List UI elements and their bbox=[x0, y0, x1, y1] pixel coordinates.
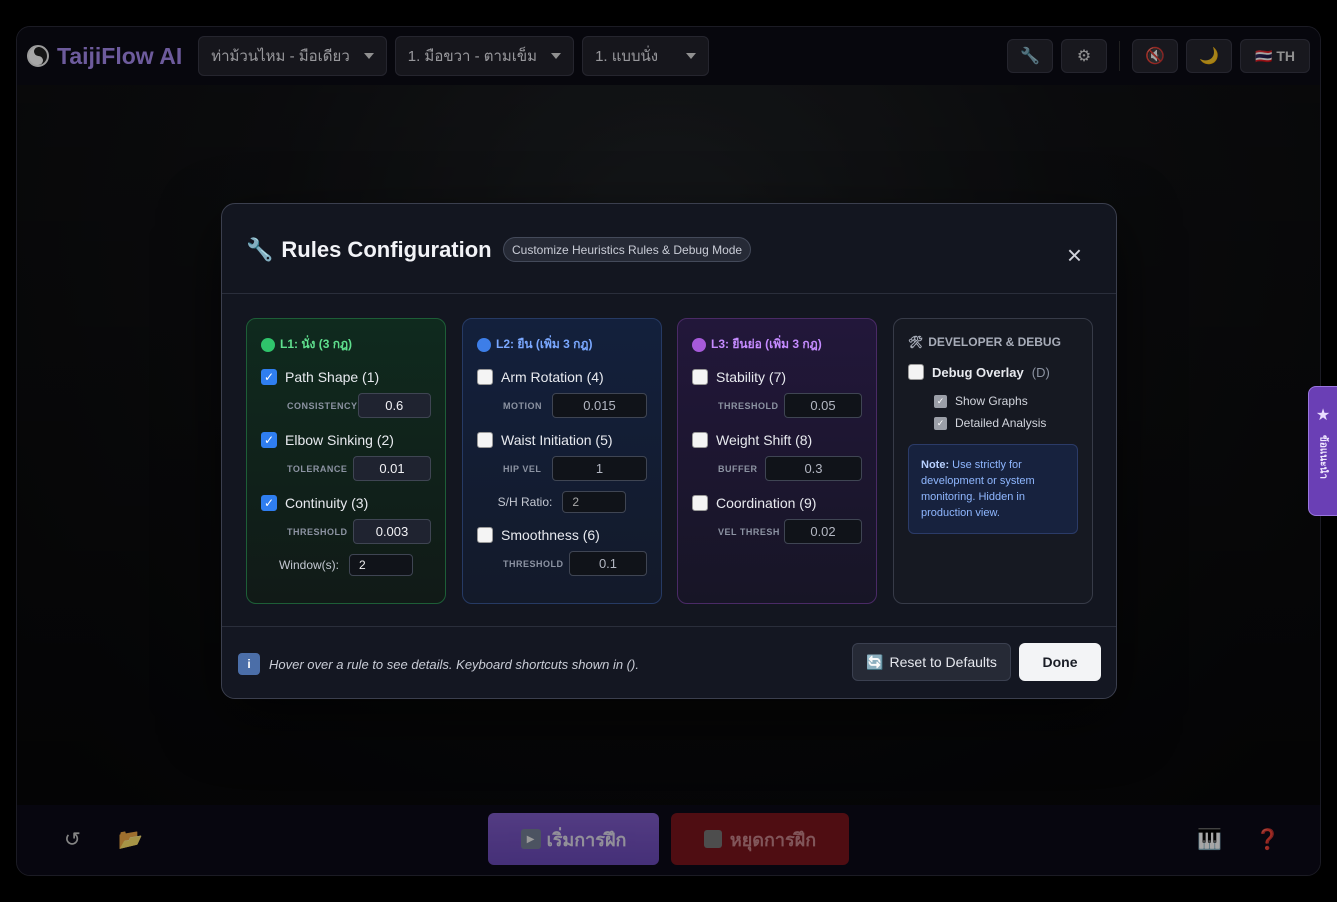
debug-note: Note: Use strictly for development or sy… bbox=[908, 444, 1078, 534]
modal-header: 🔧 Rules Configuration Customize Heuristic… bbox=[222, 204, 1116, 294]
param-row: THRESHOLD 0.1 bbox=[477, 551, 647, 576]
show-graphs-option[interactable]: ✓ Show Graphs bbox=[934, 394, 1078, 408]
close-icon[interactable]: × bbox=[1067, 240, 1082, 271]
footer-hint: i Hover over a rule to see details. Keybo… bbox=[238, 653, 639, 675]
motion-input[interactable]: 0.015 bbox=[552, 393, 647, 418]
rule-coordination[interactable]: Coordination (9) bbox=[692, 495, 862, 511]
modal-subtitle-chip: Customize Heuristics Rules & Debug Mode bbox=[503, 237, 752, 262]
buffer-input[interactable]: 0.3 bbox=[765, 456, 862, 481]
threshold-input[interactable]: 0.1 bbox=[569, 551, 647, 576]
rule-continuity[interactable]: ✓ Continuity (3) bbox=[261, 495, 431, 511]
checkbox[interactable] bbox=[692, 369, 708, 385]
detailed-analysis-option[interactable]: ✓ Detailed Analysis bbox=[934, 416, 1078, 430]
wrench-icon: 🔧 bbox=[246, 237, 274, 262]
star-icon: ★ bbox=[1315, 407, 1331, 424]
modal-footer: i Hover over a rule to see details. Keybo… bbox=[222, 626, 1116, 698]
level-1-title: L1: นั่ง (3 กฎ) bbox=[261, 335, 431, 354]
checkbox[interactable]: ✓ bbox=[934, 416, 947, 430]
checkbox[interactable]: ✓ bbox=[261, 495, 277, 511]
checkbox[interactable] bbox=[692, 495, 708, 511]
level-2-title: L2: ยืน (เพิ่ม 3 กฎ) bbox=[477, 335, 647, 354]
level-3-title: L3: ยืนย่อ (เพิ่ม 3 กฎ) bbox=[692, 335, 862, 354]
blue-dot-icon bbox=[477, 337, 491, 352]
window-input[interactable]: 2 bbox=[349, 554, 413, 576]
developer-title: 🛠 DEVELOPER & DEBUG bbox=[908, 335, 1061, 349]
reset-defaults-button[interactable]: 🔄 Reset to Defaults bbox=[852, 643, 1011, 681]
vel-thresh-input[interactable]: 0.02 bbox=[784, 519, 862, 544]
done-button[interactable]: Done bbox=[1019, 643, 1101, 681]
checkbox[interactable]: ✓ bbox=[261, 369, 277, 385]
rule-elbow-sinking[interactable]: ✓ Elbow Sinking (2) bbox=[261, 432, 431, 448]
checkbox[interactable] bbox=[477, 527, 493, 543]
rules-config-modal: 🔧 Rules Configuration Customize Heuristic… bbox=[221, 203, 1117, 699]
hip-vel-input[interactable]: 1 bbox=[552, 456, 647, 481]
tips-side-tab[interactable]: ★ ข้อแนะนำ bbox=[1308, 386, 1337, 516]
purple-dot-icon bbox=[692, 337, 706, 352]
level-1-card: L1: นั่ง (3 กฎ) ✓ Path Shape (1) CONSISTE… bbox=[246, 318, 446, 604]
rule-weight-shift[interactable]: Weight Shift (8) bbox=[692, 432, 862, 448]
level-3-card: L3: ยืนย่อ (เพิ่ม 3 กฎ) Stability (7) TH… bbox=[677, 318, 877, 604]
checkbox[interactable] bbox=[692, 432, 708, 448]
window-row: Window(s): 2 bbox=[261, 554, 431, 576]
param-row: THRESHOLD 0.05 bbox=[692, 393, 862, 418]
checkbox[interactable] bbox=[908, 364, 924, 380]
rule-stability[interactable]: Stability (7) bbox=[692, 369, 862, 385]
level-2-card: L2: ยืน (เพิ่ม 3 กฎ) Arm Rotation (4) MO… bbox=[462, 318, 662, 604]
refresh-icon: 🔄 bbox=[866, 653, 884, 670]
rule-arm-rotation[interactable]: Arm Rotation (4) bbox=[477, 369, 647, 385]
hammer-wrench-icon: 🛠 bbox=[908, 335, 924, 349]
green-dot-icon bbox=[261, 337, 275, 352]
ratio-row: S/H Ratio: 2 bbox=[477, 491, 647, 513]
rule-waist-initiation[interactable]: Waist Initiation (5) bbox=[477, 432, 647, 448]
rule-path-shape[interactable]: ✓ Path Shape (1) bbox=[261, 369, 431, 385]
rule-smoothness[interactable]: Smoothness (6) bbox=[477, 527, 647, 543]
param-row: BUFFER 0.3 bbox=[692, 456, 862, 481]
checkbox[interactable]: ✓ bbox=[934, 394, 947, 408]
param-row: HIP VEL 1 bbox=[477, 456, 647, 481]
debug-overlay-toggle[interactable]: Debug Overlay (D) bbox=[908, 364, 1078, 380]
checkbox[interactable]: ✓ bbox=[261, 432, 277, 448]
param-row: MOTION 0.015 bbox=[477, 393, 647, 418]
ratio-input[interactable]: 2 bbox=[562, 491, 627, 513]
tolerance-input[interactable]: 0.01 bbox=[353, 456, 431, 481]
modal-title: 🔧 Rules Configuration bbox=[246, 237, 492, 262]
developer-debug-card: 🛠 DEVELOPER & DEBUG Debug Overlay (D) ✓ Sho… bbox=[893, 318, 1093, 604]
param-row: VEL THRESH 0.02 bbox=[692, 519, 862, 544]
param-row: CONSISTENCY 0.6 bbox=[261, 393, 431, 418]
checkbox[interactable] bbox=[477, 369, 493, 385]
threshold-input[interactable]: 0.003 bbox=[353, 519, 431, 544]
param-row: TOLERANCE 0.01 bbox=[261, 456, 431, 481]
info-icon: i bbox=[238, 653, 260, 675]
param-row: THRESHOLD 0.003 bbox=[261, 519, 431, 544]
consistency-input[interactable]: 0.6 bbox=[357, 393, 431, 418]
threshold-input[interactable]: 0.05 bbox=[784, 393, 862, 418]
checkbox[interactable] bbox=[477, 432, 493, 448]
